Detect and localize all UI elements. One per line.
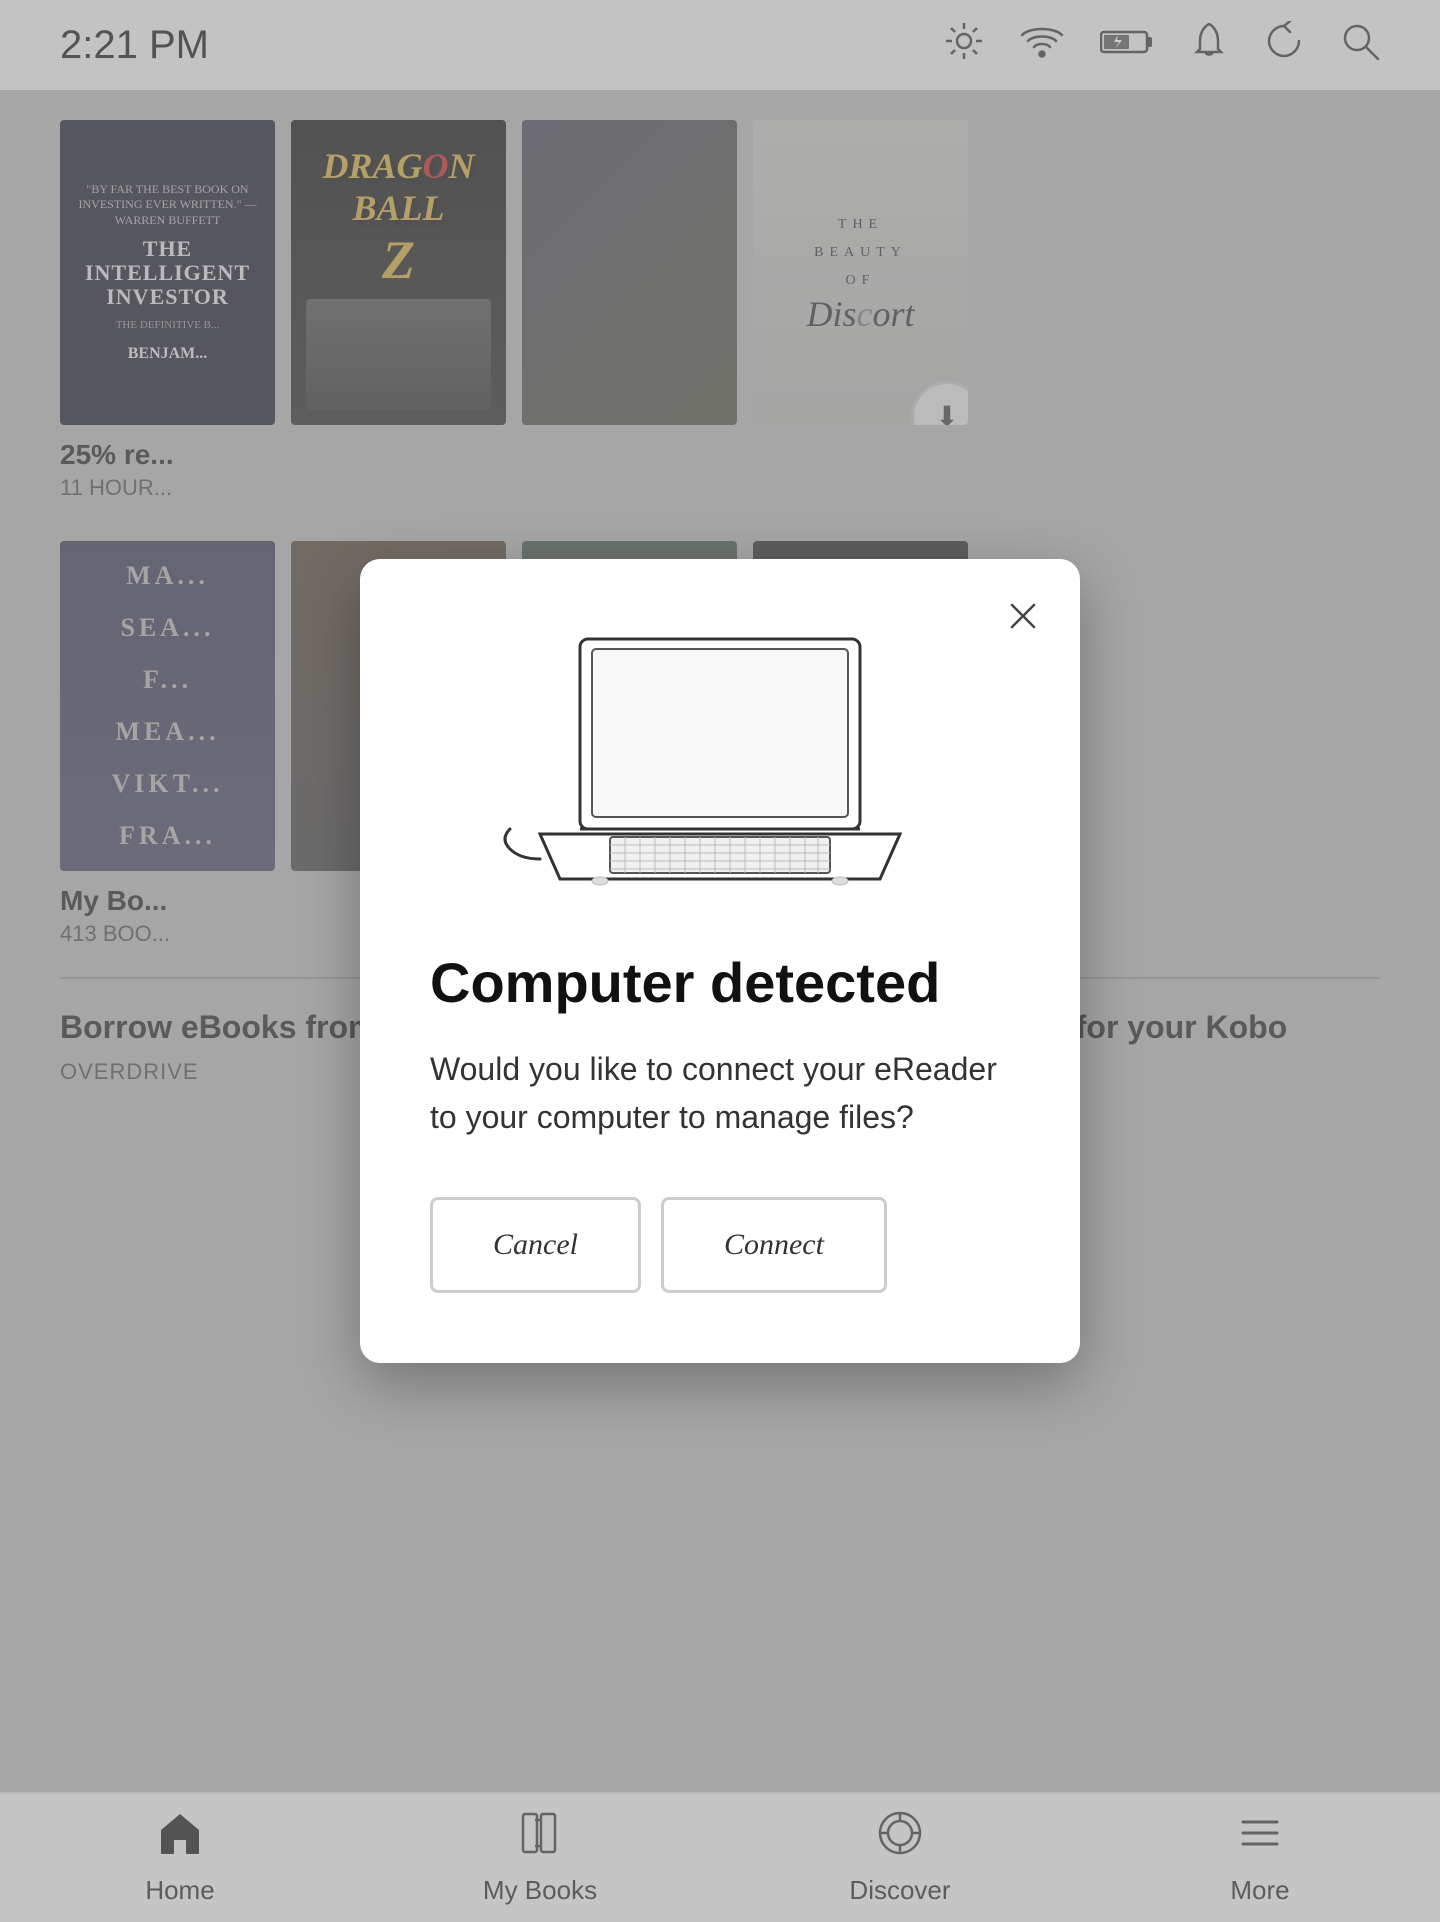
computer-detected-modal: Computer detected Would you like to conn… — [360, 559, 1080, 1362]
modal-description: Would you like to connect your eReader t… — [430, 1045, 1010, 1141]
cancel-button[interactable]: Cancel — [430, 1197, 641, 1293]
modal-overlay: Computer detected Would you like to conn… — [0, 0, 1440, 1922]
modal-title: Computer detected — [430, 949, 1010, 1016]
connect-button[interactable]: Connect — [661, 1197, 887, 1293]
modal-close-button[interactable] — [996, 589, 1050, 643]
modal-illustration — [430, 619, 1010, 899]
modal-buttons: Cancel Connect — [430, 1197, 1010, 1293]
